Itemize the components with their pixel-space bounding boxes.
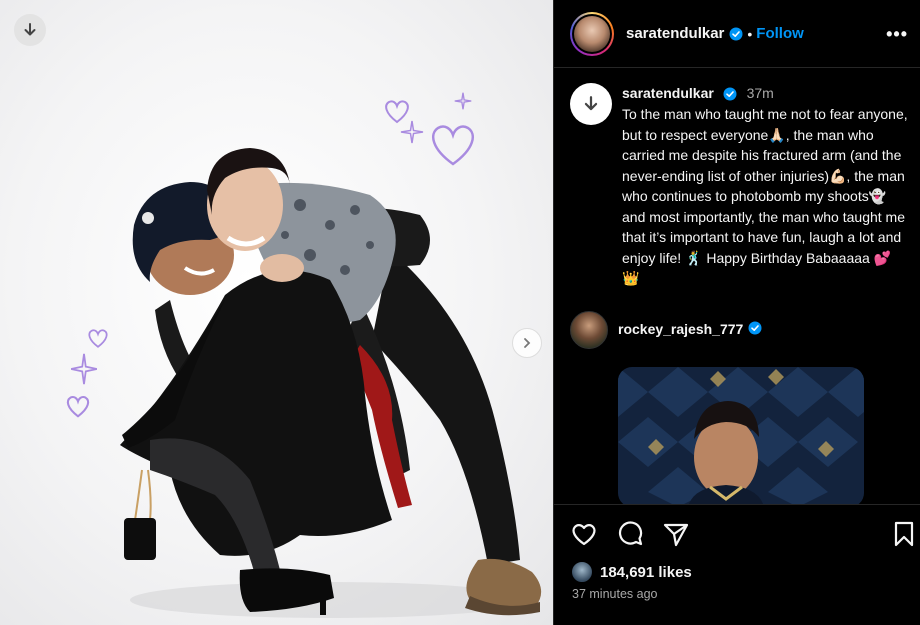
comment-username[interactable]: rockey_rajesh_777 — [618, 321, 743, 349]
download-icon — [24, 23, 36, 36]
doodle-heart-icon — [66, 395, 90, 418]
post-photo[interactable] — [0, 0, 553, 625]
doodle-heart-icon — [88, 329, 108, 348]
liker-avatar — [570, 560, 594, 584]
separator-dot: • — [747, 25, 753, 42]
follow-button[interactable]: Follow — [756, 25, 804, 42]
bookmark-icon[interactable] — [892, 520, 916, 548]
share-icon[interactable] — [662, 520, 690, 548]
more-options-icon[interactable]: ••• — [886, 24, 908, 45]
post-header: saratendulkar • Follow ••• — [554, 0, 920, 68]
heart-icon[interactable] — [570, 520, 598, 548]
comment-icon[interactable] — [616, 520, 644, 548]
doodle-heart-icon — [432, 125, 474, 166]
caption-avatar[interactable] — [570, 83, 612, 125]
author-avatar-image — [574, 15, 610, 52]
next-photo-button[interactable] — [512, 328, 542, 358]
doodle-sparkle-icon — [70, 353, 98, 385]
doodle-sparkle-icon — [400, 120, 424, 144]
post-side-panel: saratendulkar • Follow ••• saratendulkar — [553, 0, 920, 625]
comment-item: rockey_rajesh_777 — [554, 289, 920, 349]
comment-image-illustration — [618, 367, 864, 504]
caption-text: To the man who taught me not to fear any… — [622, 106, 908, 286]
post-caption: saratendulkar 37m To the man who taught … — [554, 69, 920, 289]
doodle-sparkle-icon — [454, 92, 472, 110]
verified-badge-icon — [723, 87, 737, 101]
download-icon — [584, 96, 598, 111]
likes-count[interactable]: 184,691 likes — [600, 564, 692, 581]
post-actions: 184,691 likes 37 minutes ago — [554, 504, 920, 625]
verified-badge-icon — [729, 27, 743, 40]
post-timestamp: 37 minutes ago — [572, 587, 658, 601]
likes-summary[interactable]: 184,691 likes — [570, 560, 692, 584]
caption-timestamp: 37m — [746, 85, 774, 101]
chevron-right-icon — [524, 338, 531, 348]
comment-image[interactable] — [618, 367, 864, 504]
author-username[interactable]: saratendulkar — [626, 25, 724, 42]
author-avatar[interactable] — [570, 11, 614, 56]
verified-badge-icon — [748, 321, 762, 334]
comment-avatar[interactable] — [570, 310, 608, 349]
download-button[interactable] — [14, 14, 46, 46]
caption-username[interactable]: saratendulkar — [622, 85, 714, 101]
comments-section: saratendulkar 37m To the man who taught … — [554, 69, 920, 504]
